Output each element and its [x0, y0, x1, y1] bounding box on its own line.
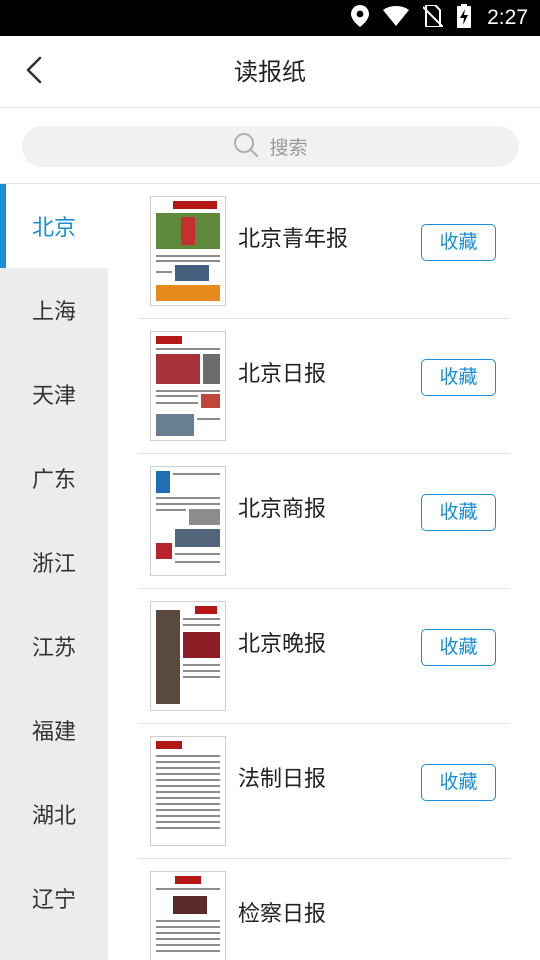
wifi-icon	[383, 6, 410, 30]
newspaper-name: 检察日报	[238, 902, 327, 927]
app-header: 读报纸	[0, 36, 540, 108]
newspaper-name: 北京晚报	[238, 632, 327, 657]
newspaper-thumbnail	[150, 736, 226, 846]
favorite-button[interactable]: 收藏	[421, 224, 496, 261]
list-item[interactable]: 北京晚报 收藏	[138, 589, 510, 724]
favorite-button[interactable]: 收藏	[421, 359, 496, 396]
sidebar-item-label: 广东	[31, 468, 76, 493]
newspaper-list: 北京青年报 收藏 北京日报 收藏 北京商报 收藏 北京晚报 收藏 法制日报 收藏…	[108, 184, 540, 960]
sidebar-item-label: 江苏	[31, 636, 76, 661]
newspaper-name: 法制日报	[238, 767, 327, 792]
newspaper-thumbnail	[150, 466, 226, 576]
search-placeholder: 搜索	[269, 137, 308, 159]
newspaper-thumbnail	[150, 871, 226, 960]
sidebar-item-label: 福建	[31, 720, 76, 745]
sidebar-item-label: 湖北	[31, 804, 76, 829]
list-item[interactable]: 北京青年报 收藏	[138, 184, 510, 319]
search-icon	[233, 132, 259, 162]
back-button[interactable]	[16, 54, 52, 90]
sidebar-item-jiangsu[interactable]: 江苏	[0, 604, 108, 688]
sidebar-item-label: 浙江	[31, 552, 76, 577]
list-item[interactable]: 法制日报 收藏	[138, 724, 510, 859]
favorite-button[interactable]: 收藏	[421, 629, 496, 666]
sidebar-item-shanghai[interactable]: 上海	[0, 268, 108, 352]
status-icons: 2:27	[351, 0, 528, 36]
sidebar-item-label: 天津	[31, 384, 76, 409]
location-icon	[351, 5, 370, 31]
battery-charging-icon	[457, 4, 472, 32]
sidebar-item-fujian[interactable]: 福建	[0, 688, 108, 772]
sidebar-item-label: 辽宁	[31, 888, 76, 913]
sidebar-item-guangdong[interactable]: 广东	[0, 436, 108, 520]
search-input[interactable]: 搜索	[22, 126, 519, 167]
region-sidebar: 北京 上海 天津 广东 浙江 江苏 福建 湖北 辽宁	[0, 184, 108, 960]
search-bar: 搜索	[0, 108, 540, 184]
sidebar-item-hubei[interactable]: 湖北	[0, 772, 108, 856]
newspaper-name: 北京日报	[238, 362, 327, 387]
sidebar-item-label: 上海	[31, 300, 76, 325]
list-item[interactable]: 检察日报	[138, 859, 510, 960]
chevron-left-icon	[25, 56, 43, 88]
sidebar-item-beijing[interactable]: 北京	[0, 184, 108, 268]
newspaper-thumbnail	[150, 331, 226, 441]
list-item[interactable]: 北京商报 收藏	[138, 454, 510, 589]
sidebar-item-label: 北京	[31, 216, 76, 241]
status-bar: 2:27	[0, 0, 540, 36]
newspaper-name: 北京商报	[238, 497, 327, 522]
favorite-button[interactable]: 收藏	[421, 494, 496, 531]
sidebar-item-zhejiang[interactable]: 浙江	[0, 520, 108, 604]
page-title: 读报纸	[234, 58, 306, 86]
newspaper-thumbnail	[150, 601, 226, 711]
newspaper-thumbnail	[150, 196, 226, 306]
newspaper-name: 北京青年报	[238, 227, 349, 252]
list-item[interactable]: 北京日报 收藏	[138, 319, 510, 454]
status-time: 2:27	[487, 6, 528, 29]
favorite-button[interactable]: 收藏	[421, 764, 496, 801]
sidebar-item-tianjin[interactable]: 天津	[0, 352, 108, 436]
no-sim-icon	[422, 4, 444, 31]
sidebar-item-liaoning[interactable]: 辽宁	[0, 856, 108, 940]
